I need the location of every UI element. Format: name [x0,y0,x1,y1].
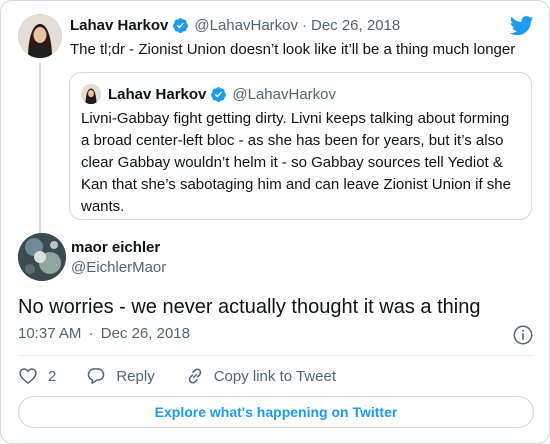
tweet-actions: 2 Reply Copy link to Tweet [18,365,366,387]
reply-bubble-icon [88,368,105,384]
info-icon[interactable] [512,324,534,346]
reply-button[interactable]: Reply [86,366,155,386]
lahav-avatar[interactable] [18,14,62,58]
twitter-bird-icon[interactable] [510,15,534,37]
copy-link-button[interactable]: Copy link to Tweet [185,366,336,386]
quote-author-handle: @LahavHarkov [232,86,336,103]
reply-tweet-text: No worries - we never actually thought i… [18,296,481,318]
quote-author-name: Lahav Harkov [108,86,207,103]
quote-tweet-text: Livni-Gabbay fight getting dirty. Livni … [81,110,511,215]
explore-twitter-button[interactable]: Explore what's happening on Twitter [18,396,534,428]
quote-author-avatar [81,84,101,104]
quote-header: Lahav Harkov @LahavHarkov [108,86,336,103]
meta-separator: · [88,325,94,342]
copy-link-label: Copy link to Tweet [213,367,336,385]
parent-author-name[interactable]: Lahav Harkov [70,17,168,34]
reply-label: Reply [116,367,155,385]
link-icon [188,368,201,384]
embedded-tweet-card: Lahav Harkov @LahavHarkov · Dec 26, 2018… [0,0,550,444]
parent-tweet-date[interactable]: Dec 26, 2018 [311,17,400,34]
reply-author-handle[interactable]: @EichlerMaor [71,259,166,276]
verified-badge-icon [211,87,227,102]
maor-avatar[interactable] [18,233,66,281]
parent-author-handle[interactable]: @LahavHarkov [194,17,298,34]
parent-tweet-header: Lahav Harkov @LahavHarkov · Dec 26, 2018 [70,17,400,34]
thread-connector-line [39,63,41,233]
quoted-tweet[interactable]: Lahav Harkov @LahavHarkov Livni-Gabbay f… [69,72,532,220]
like-button[interactable]: 2 [18,366,56,386]
like-count: 2 [48,367,57,385]
heart-icon [19,368,37,384]
reply-timestamp[interactable]: 10:37 AM · Dec 26, 2018 [18,325,190,342]
reply-date: Dec 26, 2018 [100,325,190,342]
reply-author-name[interactable]: maor eichler [71,239,160,256]
meta-separator: · [302,17,307,34]
verified-badge-icon [173,18,189,33]
reply-time: 10:37 AM [18,325,82,342]
parent-tweet-text: The tl;dr - Zionist Union doesn’t look l… [70,41,516,58]
divider [18,355,534,356]
